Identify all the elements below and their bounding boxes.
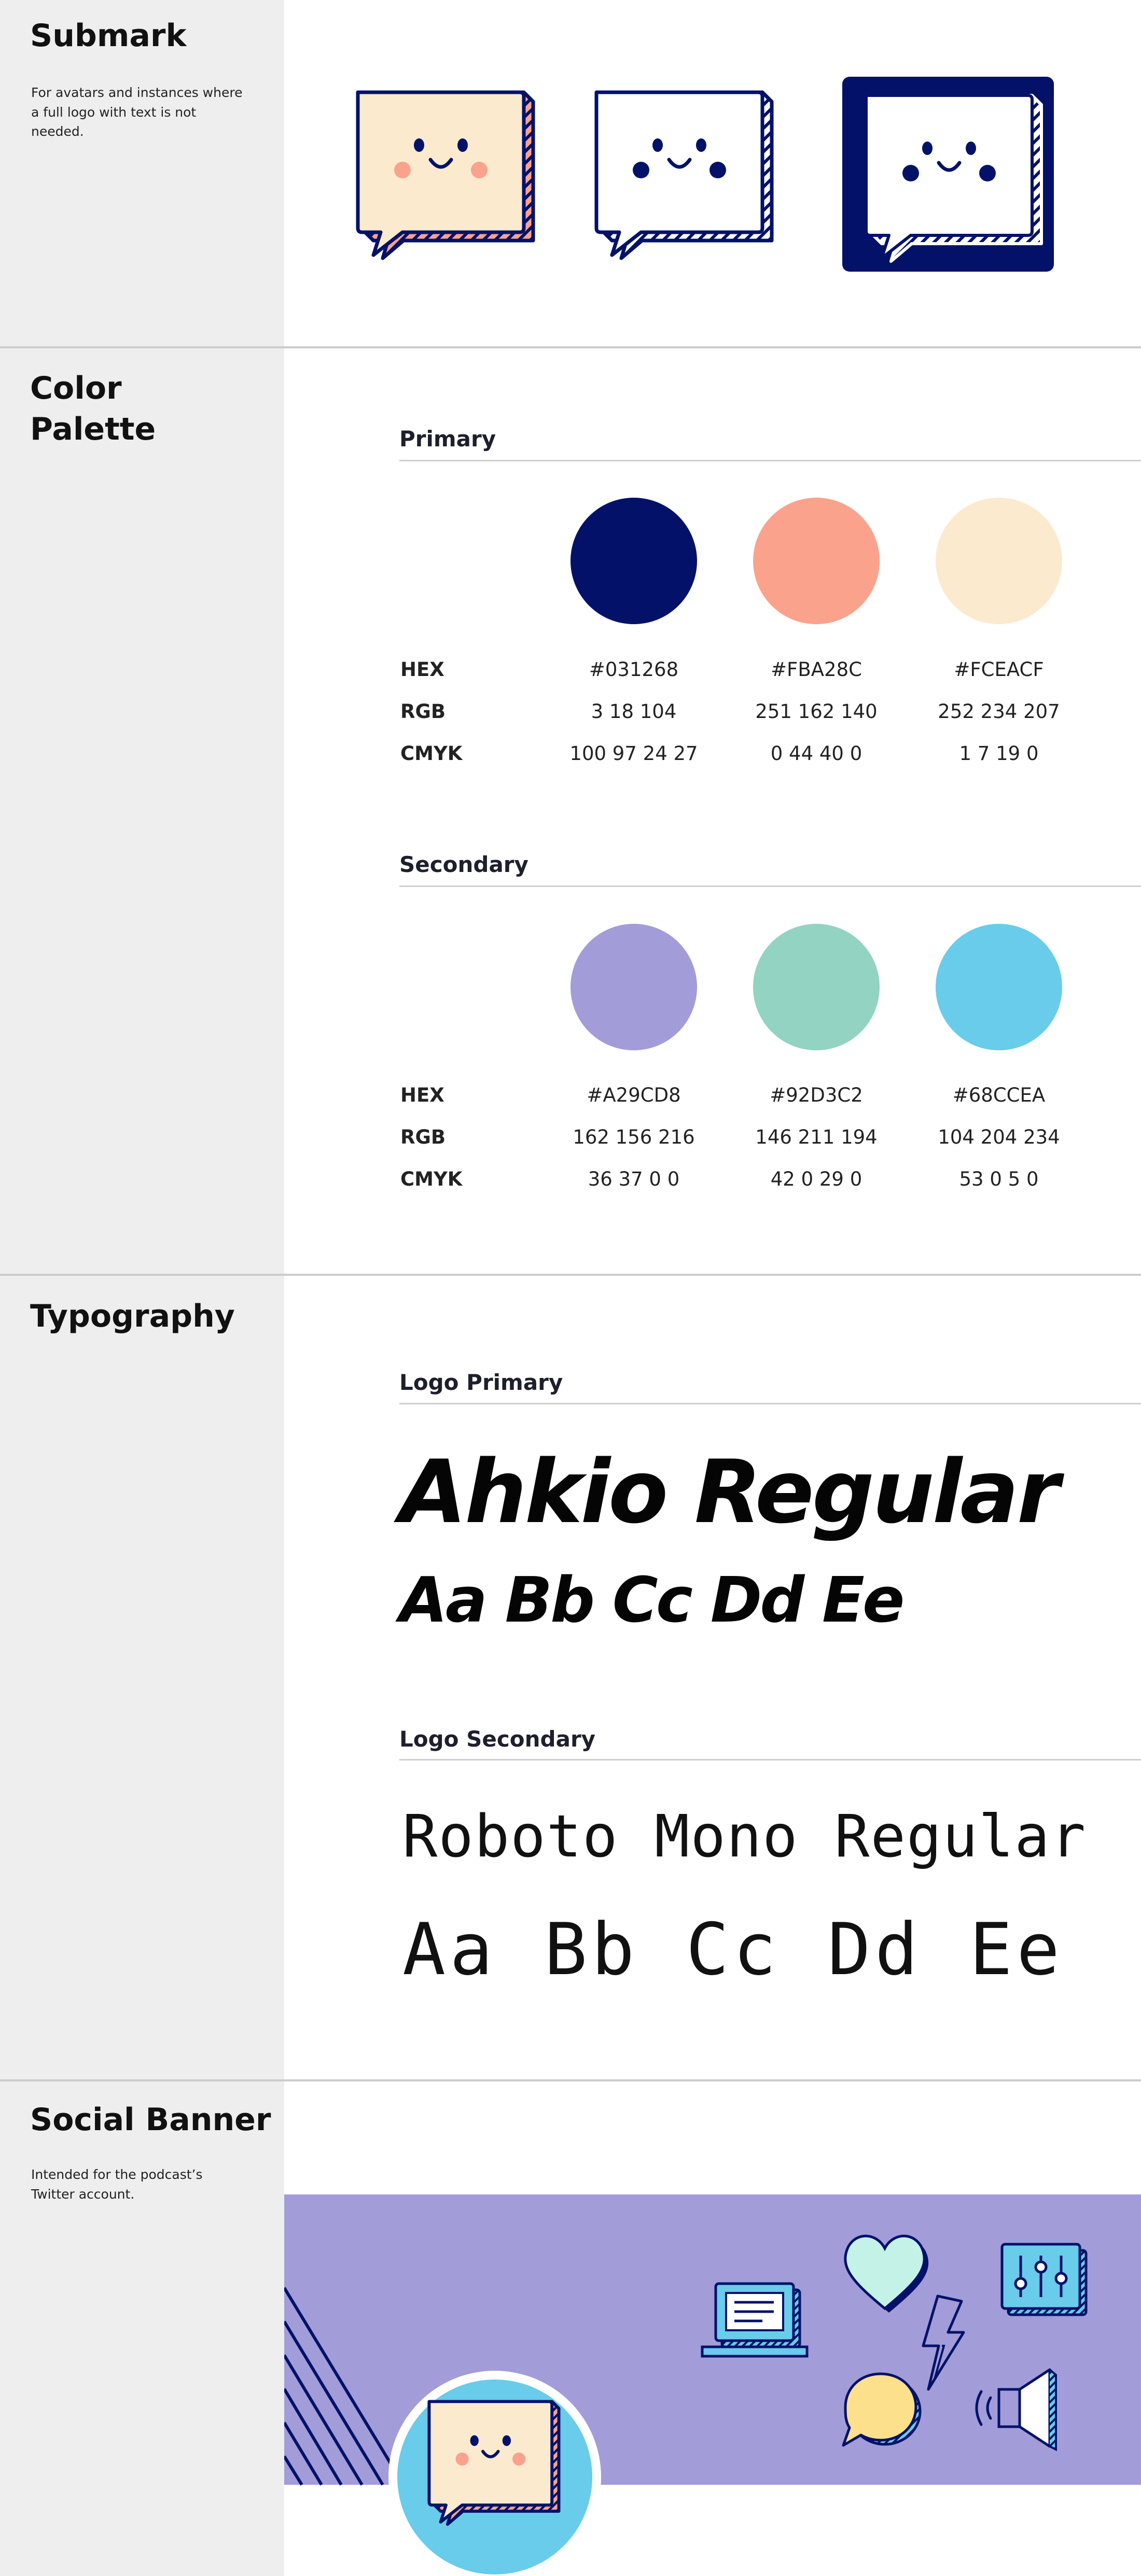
section-divider: [0, 346, 1141, 348]
mint-cmyk-value: 42 0 29 0: [770, 1168, 862, 1190]
navy-cmyk-value: 100 97 24 27: [569, 742, 698, 765]
submark-inverted-logo: [842, 77, 1054, 272]
primary-font-name: Ahkio Regular: [399, 1441, 1060, 1543]
speech-bubble-icon: [842, 2372, 922, 2447]
primary-heading: Primary: [399, 426, 496, 452]
logo-secondary-rule: [399, 1759, 1141, 1761]
mint-rgb-value: 146 211 194: [755, 1126, 878, 1148]
mint-hex-value: #92D3C2: [770, 1084, 863, 1106]
primary-font-sample: Aa Bb Cc Dd Ee: [399, 1565, 905, 1637]
sky-cmyk-value: 53 0 5 0: [959, 1168, 1039, 1190]
primary-rule: [399, 460, 1141, 461]
swatch-cream: [936, 498, 1062, 624]
primary-cmyk-label: CMYK: [400, 742, 463, 765]
lavender-hex-value: #A29CD8: [587, 1084, 681, 1106]
sky-hex-value: #68CCEA: [952, 1084, 1046, 1106]
submark-title: Submark: [30, 18, 187, 54]
secondary-rgb-label: RGB: [400, 1126, 446, 1148]
navy-hex-value: #031268: [589, 658, 679, 681]
navy-rgb-value: 3 18 104: [591, 700, 677, 723]
coral-rgb-value: 251 162 140: [755, 700, 878, 723]
section-divider: [0, 1274, 1141, 1276]
secondary-cmyk-label: CMYK: [400, 1168, 463, 1190]
swatch-sky: [936, 924, 1062, 1050]
palette-title-line1: Color: [30, 370, 122, 406]
submark-color-logo: [356, 90, 535, 260]
cream-cmyk-value: 1 7 19 0: [959, 742, 1039, 765]
secondary-heading: Secondary: [399, 852, 528, 877]
coral-cmyk-value: 0 44 40 0: [770, 742, 862, 765]
palette-title-line2: Palette: [30, 411, 156, 448]
logo-secondary-heading: Logo Secondary: [399, 1726, 596, 1752]
social-banner: [284, 2194, 1141, 2576]
cream-rgb-value: 252 234 207: [938, 700, 1060, 723]
lavender-cmyk-value: 36 37 0 0: [588, 1168, 680, 1190]
submark-outline-logo: [594, 90, 774, 260]
banner-avatar: [388, 2371, 601, 2576]
sky-rgb-value: 104 204 234: [938, 1126, 1060, 1148]
swatch-mint: [753, 924, 880, 1050]
equalizer-icon: [1000, 2243, 1088, 2316]
banner-title: Social Banner: [30, 2102, 271, 2138]
coral-hex-value: #FBA28C: [771, 658, 862, 681]
secondary-font-name: Roboto Mono Regular: [402, 1803, 1087, 1870]
swatch-coral: [753, 498, 880, 624]
lavender-rgb-value: 162 156 216: [573, 1126, 695, 1148]
typography-title: Typography: [30, 1298, 235, 1334]
swatch-lavender: [570, 924, 697, 1050]
swatch-navy: [570, 498, 697, 624]
section-divider: [0, 2079, 1141, 2081]
primary-rgb-label: RGB: [400, 700, 446, 723]
logo-primary-rule: [399, 1403, 1141, 1404]
secondary-hex-label: HEX: [400, 1084, 444, 1106]
banner-description: Intended for the podcast’s Twitter accou…: [31, 2167, 203, 2202]
secondary-font-sample: Aa Bb Cc Dd Ee: [402, 1908, 1064, 1991]
submark-description: For avatars and instances where a full l…: [31, 85, 243, 139]
secondary-rule: [399, 885, 1141, 887]
cream-hex-value: #FCEACF: [954, 658, 1044, 681]
palette-title: Color Palette: [30, 368, 156, 450]
primary-hex-label: HEX: [400, 658, 444, 681]
logo-primary-heading: Logo Primary: [399, 1370, 563, 1395]
